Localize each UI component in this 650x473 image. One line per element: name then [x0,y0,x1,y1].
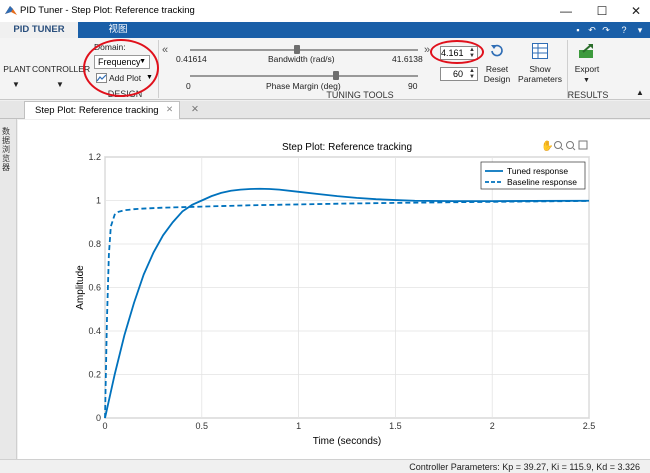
spinner-arrows-icon[interactable]: ▲ ▼ [469,68,475,80]
matlab-logo-icon [5,6,17,15]
legend-label: Baseline response [507,177,577,187]
controller-parameters-text: Controller Parameters: Kp = 39.27, Ki = … [409,462,640,472]
x-tick-label: 2 [490,421,495,431]
legend-label: Tuned response [507,166,568,176]
document-tab-label: Step Plot: Reference tracking [35,105,159,116]
phase-slider-thumb[interactable] [333,71,339,80]
controller-button-label[interactable]: CONTROLLER [32,64,90,74]
redo-icon[interactable]: ↷ [600,24,612,36]
show-label-line1: Show [529,64,551,74]
tab-step-plot[interactable]: Step Plot: Reference tracking ✕ [24,101,199,119]
x-tick-label: 1.5 [389,421,402,431]
show-parameters-button[interactable]: Show Parameters [516,64,564,84]
controller-dropdown-icon[interactable]: ▼ [56,80,64,89]
phase-margin-spinner[interactable]: 60 ▲ ▼ [440,67,478,81]
bandwidth-slider-track[interactable] [190,49,418,51]
axes-toolbar[interactable]: ✋ [541,139,588,152]
x-tick-label: 0.5 [196,421,209,431]
y-tick-label: 0.2 [88,370,101,380]
close-tab-icon[interactable]: ✕ [166,104,173,115]
collapse-panel-icon[interactable]: « [162,44,168,56]
phase-margin-value: 60 [452,69,463,79]
show-label-line2: Parameters [518,74,562,84]
y-tick-label: 1 [96,196,101,206]
pan-icon[interactable]: ✋ [541,139,553,152]
help-icon[interactable]: ? [618,24,630,36]
results-group-label: RESULTS [567,90,609,100]
zoom-out-icon[interactable] [566,141,576,151]
table-icon[interactable] [532,43,548,59]
tab-pid-tuner[interactable]: PID TUNER [0,22,78,38]
x-tick-label: 0 [102,421,107,431]
close-tab-icon[interactable]: ✕ [191,104,199,115]
y-axis-label: Amplitude [75,265,86,310]
reset-label-line2: Design [483,74,511,84]
phase-max-label: 90 [408,81,418,91]
maximize-button[interactable]: ☐ [594,3,610,19]
minimize-button[interactable]: — [558,3,574,19]
ribbon-tab-strip: PID TUNER 视图 ▪ ↶ ↷ ? ▾ [0,22,650,38]
bandwidth-max-label: 41.6138 [392,54,423,64]
restore-view-icon[interactable] [578,140,588,150]
annotation-circle [430,40,484,64]
plant-dropdown-icon[interactable]: ▼ [12,80,20,89]
phase-slider-track[interactable] [190,75,418,77]
title-bar: PID Tuner - Step Plot: Reference trackin… [0,0,650,22]
legend[interactable]: Tuned responseBaseline response [480,161,586,190]
chart-title: Step Plot: Reference tracking [282,142,412,153]
save-icon[interactable]: ▪ [572,24,584,36]
bandwidth-min-label: 0.41614 [176,54,207,64]
y-tick-label: 0 [96,413,101,423]
window-title: PID Tuner - Step Plot: Reference trackin… [20,5,195,16]
tuning-tools-group-label: TUNING TOOLS [326,90,394,100]
y-tick-label: 1.2 [88,152,101,162]
tab-view[interactable]: 视图 [88,22,148,38]
x-axis-label: Time (seconds) [313,436,382,447]
data-browser-sidebar[interactable]: 数据浏览器 [0,119,17,459]
reset-design-button[interactable]: Reset Design [482,64,512,84]
step-response-chart[interactable]: Step Plot: Reference tracking 0 0.5 1 1.5 2 2… [18,120,650,460]
x-tick-label: 1 [296,421,301,431]
plot-area: Step Plot: Reference tracking 0 0.5 1 1.5 2 2… [18,120,650,460]
y-tick-label: 0.4 [88,326,101,336]
x-tick-label: 2.5 [583,421,596,431]
pid-tuner-window: PID Tuner - Step Plot: Reference trackin… [0,0,650,473]
close-button[interactable]: ✕ [628,3,644,19]
export-icon[interactable] [578,43,596,59]
phase-min-label: 0 [186,81,191,91]
export-dropdown-icon[interactable]: ▼ [583,77,590,84]
collapse-ribbon-icon[interactable]: ▾ [634,24,646,36]
ribbon: PLANT ▼ CONTROLLER ▼ Domain: Frequency ▼… [0,38,650,100]
data-browser-label: 数据浏览器 [2,127,10,172]
reset-design-icon[interactable] [489,43,505,59]
bandwidth-label: Bandwidth (rad/s) [268,54,335,64]
zoom-in-icon[interactable] [554,141,564,151]
status-bar: Controller Parameters: Kp = 39.27, Ki = … [0,459,650,473]
export-button-label[interactable]: Export [572,64,602,74]
y-tick-label: 0.6 [88,283,101,293]
plant-button-label[interactable]: PLANT [2,64,32,74]
bandwidth-slider-thumb[interactable] [294,45,300,54]
annotation-circle [83,39,159,97]
collapse-ribbon-icon[interactable]: ▲ [636,88,644,97]
reset-label-line1: Reset [485,64,509,74]
undo-icon[interactable]: ↶ [586,24,598,36]
y-tick-label: 0.8 [88,239,101,249]
